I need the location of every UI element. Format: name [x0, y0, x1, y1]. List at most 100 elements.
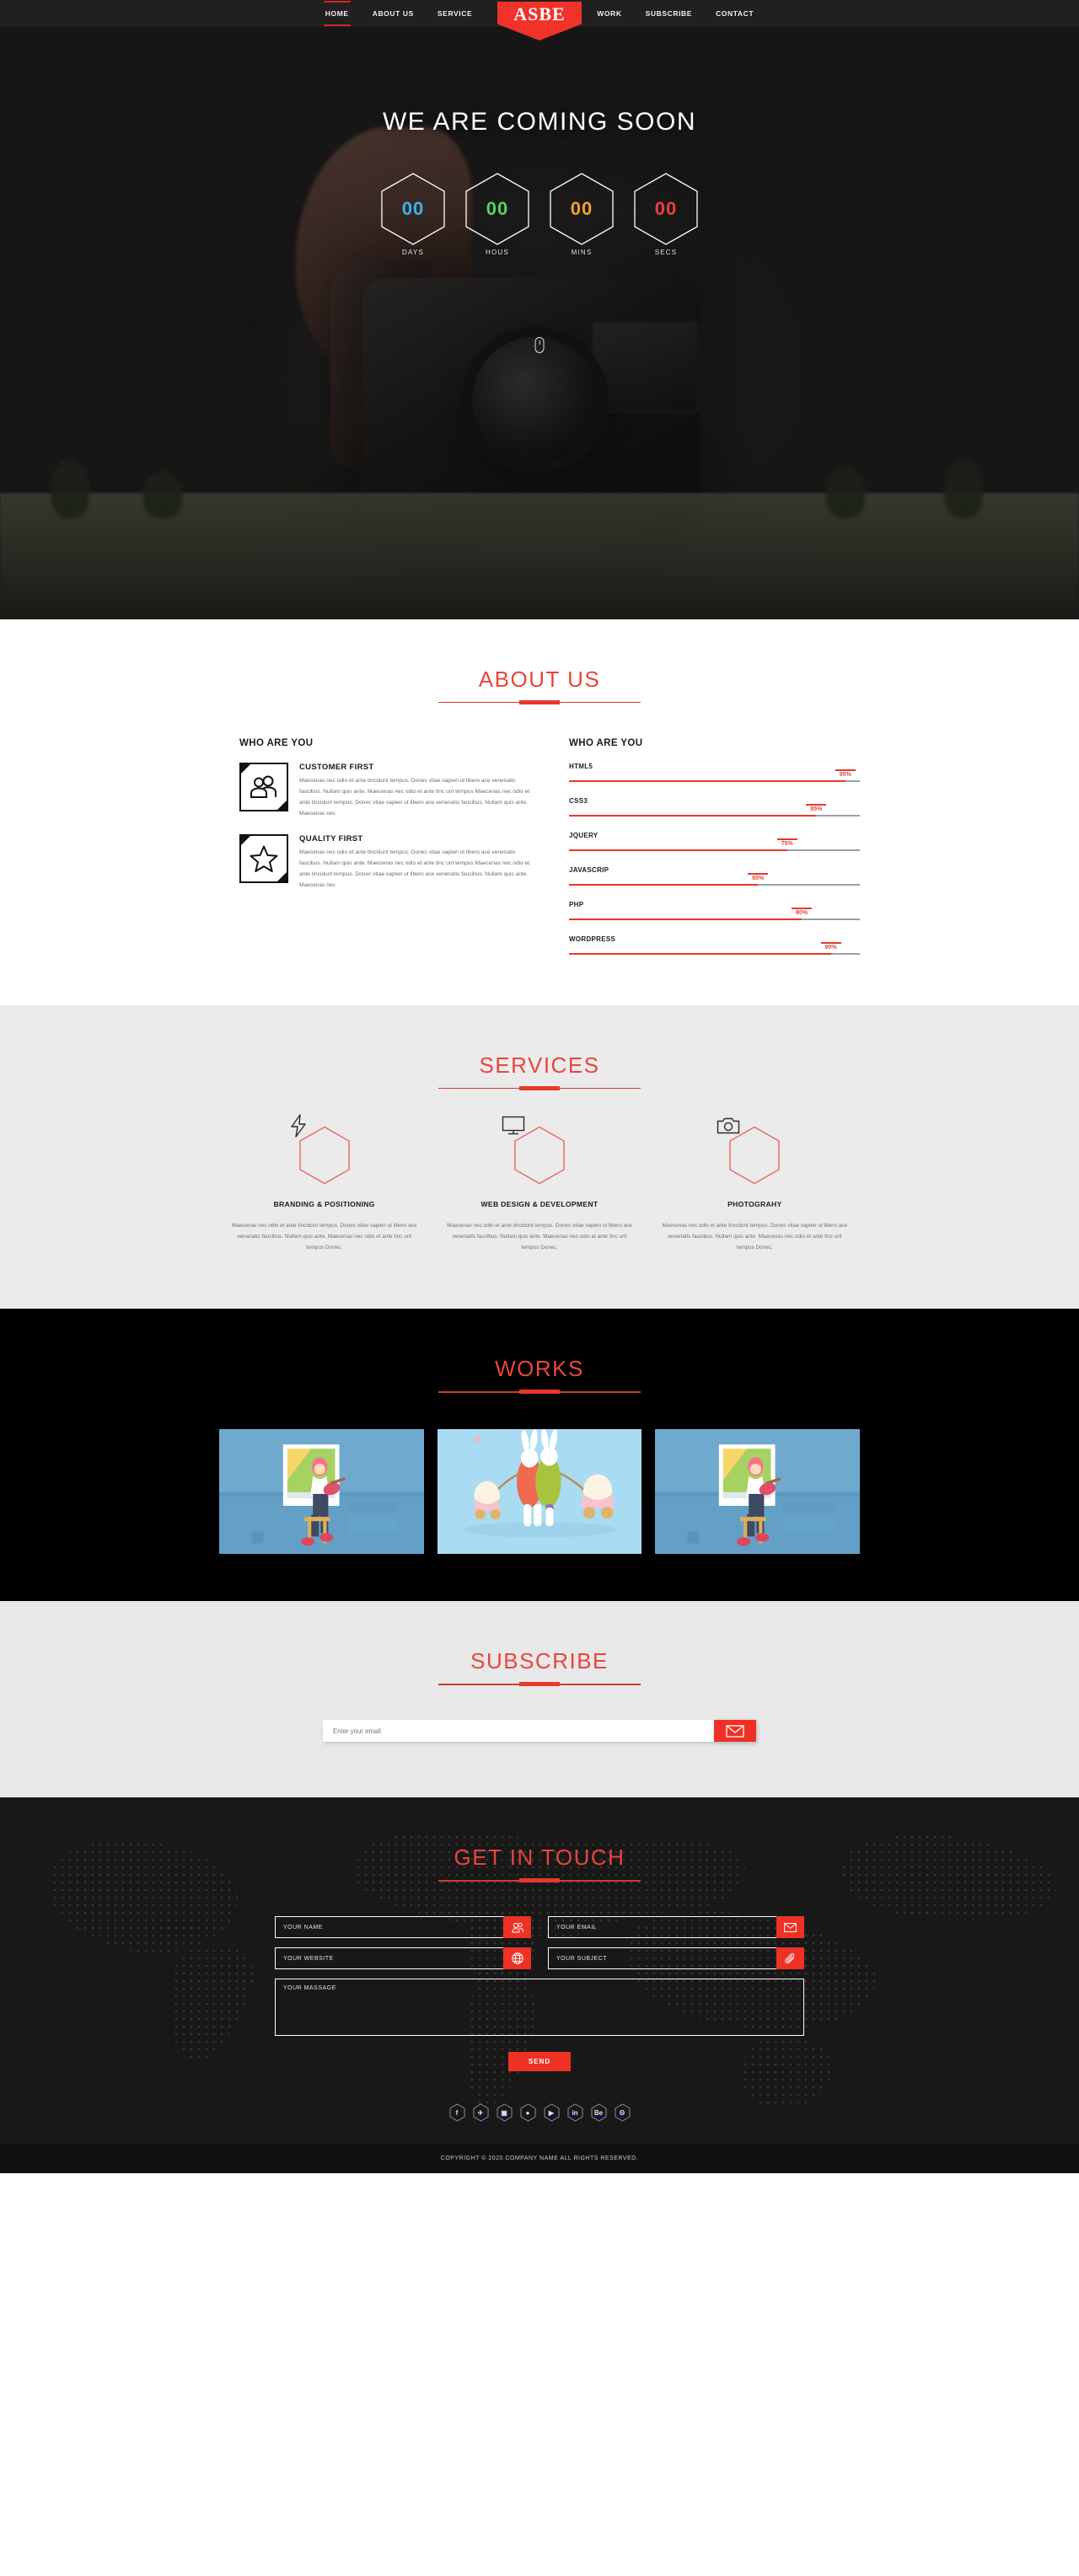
contact-section: GET IN TOUCH YOUR NAME YOUR EMAIL YOUR W… [0, 1797, 1079, 2174]
skill-name: JAVASCRIP [569, 866, 609, 874]
skill-percent-label: 65% [752, 876, 765, 882]
nav-link-work[interactable]: WORK [585, 3, 633, 24]
countdown-minutes: 00 MINS [549, 172, 615, 256]
paperclip-icon [785, 1952, 795, 1964]
about-grid: WHO ARE YOU CUSTOMER FIRST Maecenas nec … [219, 738, 860, 970]
service-text: Maecenas nec odio et ante tincidunt temp… [662, 1223, 848, 1251]
contact-form: SEND [275, 1916, 804, 2072]
nav-link-home[interactable]: HOME [314, 1, 361, 26]
works-section: WORKS [0, 1309, 1079, 1602]
skill-percent-label: 95% [839, 772, 851, 779]
contact-name-input[interactable] [275, 1916, 503, 1939]
nav-link-contact[interactable]: CONTACT [704, 3, 765, 24]
subscribe-email-input[interactable] [323, 1720, 714, 1743]
work-thumb-guitar-girl[interactable] [219, 1429, 424, 1555]
social-link-behance[interactable]: Be [591, 2103, 607, 2122]
social-link-youtube[interactable]: ▶ [544, 2103, 560, 2122]
subject-field-icon-button[interactable] [776, 1947, 804, 1970]
countdown-minutes-label: MINS [571, 249, 593, 256]
service-card-photography[interactable]: PHOTOGRAHY Maecenas nec odio et ante tin… [650, 1117, 860, 1253]
logo-badge-shape: ASBE [497, 2, 582, 40]
subscribe-section: SUBSCRIBE [0, 1601, 1079, 1798]
countdown-days-label: DAYS [402, 249, 424, 256]
skill-percent-badge: 95% [835, 769, 856, 778]
field-your-website [275, 1947, 531, 1970]
page-root: HOME ABOUT US SERVICE WORK SUBSCRIBE CON… [0, 0, 1079, 2174]
social-link-pinterest[interactable]: Θ [615, 2103, 631, 2122]
hero-title: WE ARE COMING SOON [382, 108, 697, 136]
skill-track: 80% [569, 908, 860, 922]
name-field-icon-button[interactable] [503, 1916, 531, 1939]
services-grid: BRANDING & POSITIONING Maecenas nec odio… [219, 1114, 860, 1253]
social-link-twitter[interactable]: ✈ [473, 2103, 489, 2122]
social-link-instagram[interactable]: ▣ [497, 2103, 513, 2122]
services-section: SERVICES BRANDING & POSITIONING Maecenas… [0, 1005, 1079, 1309]
contact-message-textarea[interactable] [275, 1979, 804, 2037]
work-illustration [219, 1429, 424, 1555]
instagram-icon: ▣ [501, 2108, 507, 2117]
nav-item-subscribe[interactable]: SUBSCRIBE [634, 3, 704, 24]
skill-percent-label: 90% [824, 945, 837, 951]
send-button[interactable]: SEND [507, 2052, 572, 2072]
skill-track-fill [569, 815, 817, 817]
pinterest-icon: Θ [619, 2108, 625, 2117]
subscribe-submit-button[interactable] [714, 1720, 756, 1743]
social-link-facebook[interactable]: f [449, 2103, 465, 2122]
works-container [219, 1429, 861, 1555]
feature-text: Maecenas nec odio et ante tincidunt temp… [299, 778, 530, 817]
skill-track-fill [569, 953, 831, 956]
camera-icon [717, 1117, 740, 1134]
field-your-email [548, 1916, 804, 1939]
nav-item-home[interactable]: HOME [314, 1, 361, 26]
social-link-dribbble[interactable]: ● [520, 2103, 536, 2122]
contact-subject-input[interactable] [548, 1947, 776, 1970]
dribbble-icon: ● [525, 2108, 530, 2117]
skill-item: CSS3 85% [569, 797, 860, 818]
service-card-web-design[interactable]: WEB DESIGN & DEVELOPMENT Maecenas nec od… [434, 1116, 644, 1253]
countdown-hours: 00 HOUS [464, 172, 530, 256]
countdown-hours-value: 00 [486, 198, 509, 219]
field-your-message [275, 1979, 804, 2040]
works-title-rule [438, 1390, 641, 1395]
services-title-rule [438, 1086, 641, 1090]
nav-link-subscribe[interactable]: SUBSCRIBE [634, 3, 704, 24]
mouse-scroll-icon[interactable] [534, 337, 545, 353]
skill-name: WORDPRESS [569, 935, 616, 943]
email-field-icon-button[interactable] [776, 1916, 804, 1939]
skill-name: HTML5 [569, 763, 593, 770]
nav-item-service[interactable]: SERVICE [426, 3, 484, 24]
star-icon [239, 834, 288, 884]
social-links: f ✈ ▣ ● ▶ in Be Θ [0, 2103, 1079, 2122]
logo-text: ASBE [513, 3, 566, 24]
service-card-branding[interactable]: BRANDING & POSITIONING Maecenas nec odio… [219, 1114, 429, 1253]
contact-email-input[interactable] [548, 1916, 776, 1939]
work-thumb-easter-bunnies[interactable] [437, 1429, 642, 1555]
website-field-icon-button[interactable] [503, 1947, 531, 1970]
youtube-icon: ▶ [548, 2108, 555, 2117]
hero-section: HOME ABOUT US SERVICE WORK SUBSCRIBE CON… [0, 0, 1079, 619]
site-logo[interactable]: ASBE [497, 2, 582, 40]
contact-website-input[interactable] [275, 1947, 503, 1970]
nav-item-work[interactable]: WORK [585, 3, 633, 24]
skill-percent-badge: 85% [806, 804, 827, 812]
contact-title-rule [438, 1878, 641, 1883]
nav-item-contact[interactable]: CONTACT [704, 3, 765, 24]
about-section: ABOUT US WHO ARE YOU CUSTOMER FIRST Maec… [0, 619, 1079, 1005]
nav-link-service[interactable]: SERVICE [426, 3, 484, 24]
skill-percent-badge: 80% [792, 908, 812, 916]
nav-link-about-us[interactable]: ABOUT US [361, 3, 426, 24]
nav-inner: HOME ABOUT US SERVICE WORK SUBSCRIBE CON… [314, 1, 765, 40]
skill-track: 75% [569, 838, 860, 853]
skill-item: JAVASCRIP 65% [569, 866, 860, 887]
work-thumb-guitar-girl-2[interactable] [655, 1429, 861, 1555]
skill-item: WORDPRESS 90% [569, 935, 860, 956]
linkedin-icon: in [572, 2108, 578, 2117]
services-title: SERVICES [479, 1052, 600, 1078]
feature-quality-first: QUALITY FIRST Maecenas nec odio et ante … [239, 834, 530, 891]
nav-item-about-us[interactable]: ABOUT US [361, 3, 426, 24]
nav-left-group: HOME ABOUT US SERVICE [314, 1, 484, 26]
skill-track-fill [569, 780, 845, 783]
skill-track-fill [569, 918, 802, 921]
main-navigation: HOME ABOUT US SERVICE WORK SUBSCRIBE CON… [0, 0, 1079, 40]
social-link-linkedin[interactable]: in [567, 2103, 583, 2122]
